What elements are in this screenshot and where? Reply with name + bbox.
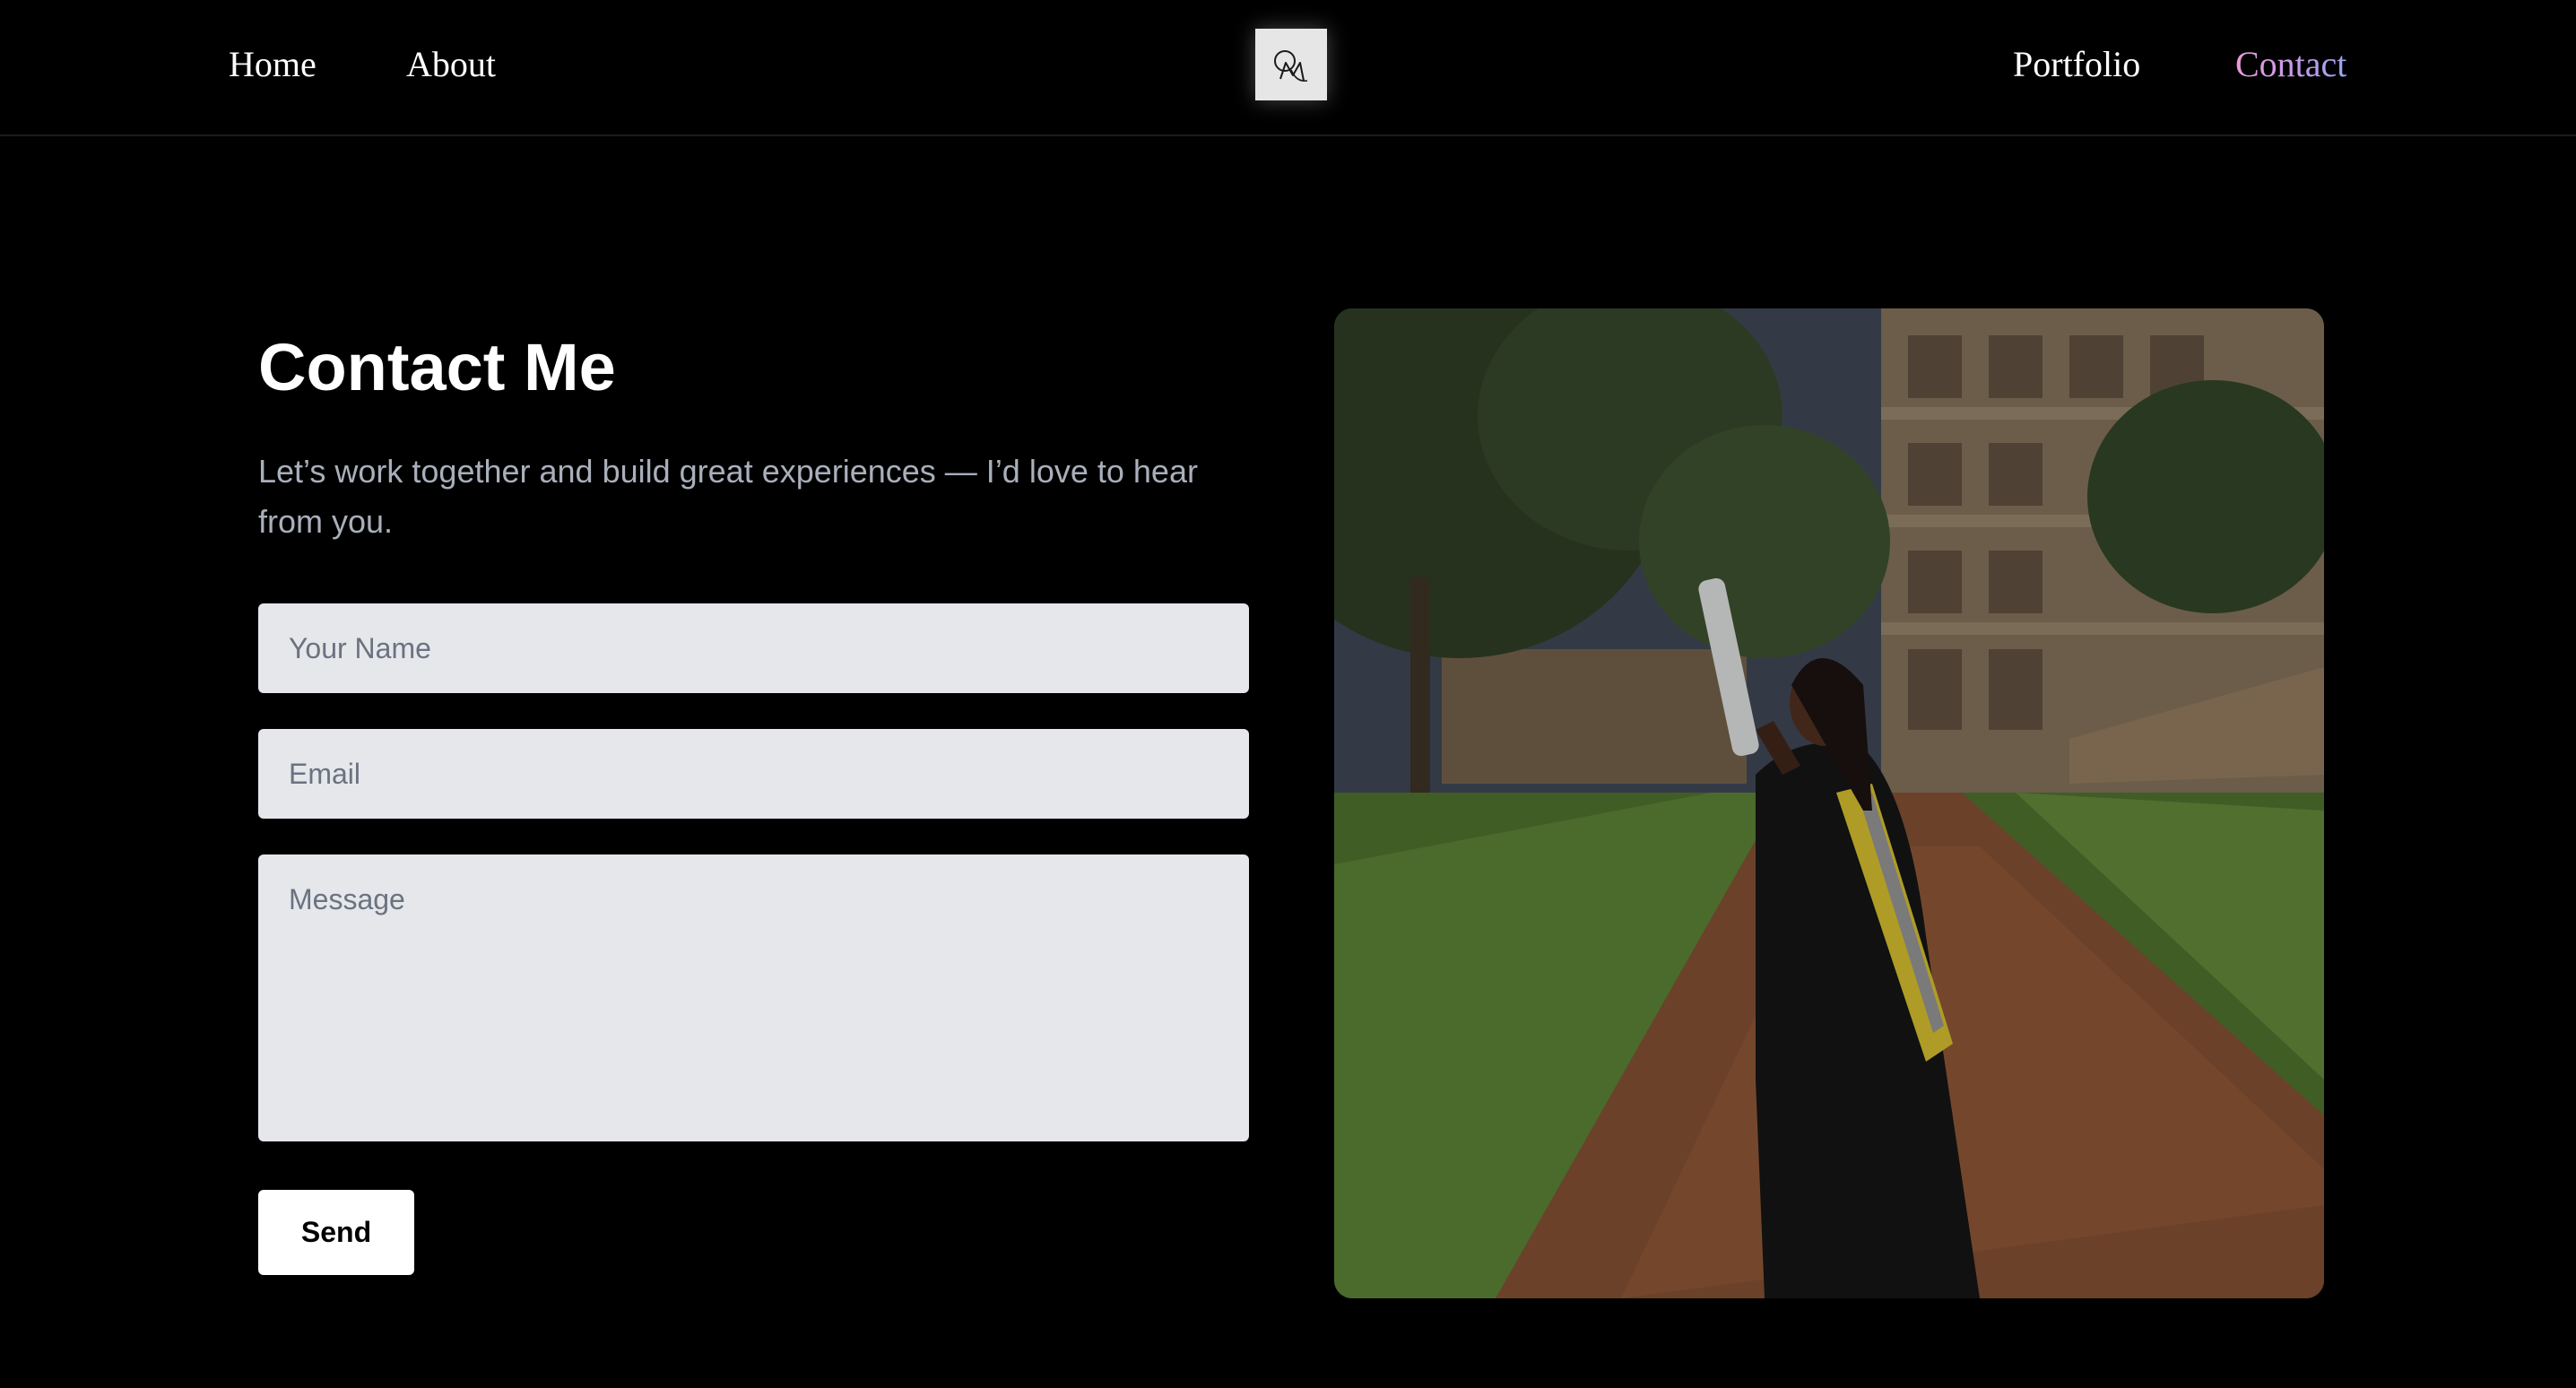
message-textarea[interactable]	[258, 854, 1249, 1141]
nav-link-home[interactable]: Home	[229, 39, 317, 90]
nav-link-contact[interactable]: Contact	[2235, 39, 2346, 90]
monogram-logo-icon	[1274, 50, 1308, 82]
page-subtitle: Let’s work together and build great expe…	[258, 453, 1198, 540]
logo[interactable]	[1255, 29, 1327, 100]
page-title: Contact Me	[258, 330, 616, 404]
email-input[interactable]	[258, 729, 1249, 819]
graduation-photo	[1334, 308, 2324, 1298]
name-input[interactable]	[258, 603, 1249, 693]
nav-link-about[interactable]: About	[406, 39, 496, 90]
send-button[interactable]: Send	[258, 1190, 414, 1275]
top-nav: Home About Portfolio Contact	[0, 0, 2576, 136]
graduation-photo-illustration	[1334, 308, 2324, 1298]
nav-link-portfolio[interactable]: Portfolio	[2013, 39, 2140, 90]
